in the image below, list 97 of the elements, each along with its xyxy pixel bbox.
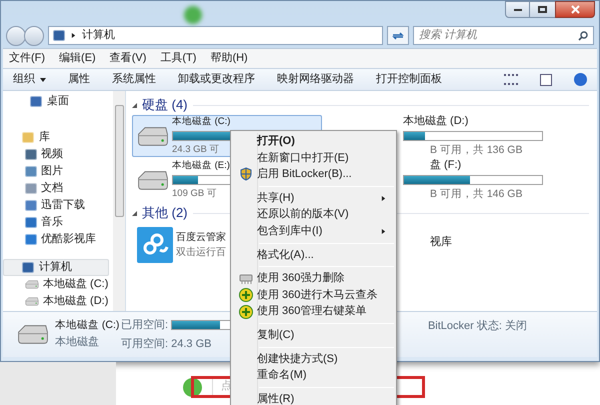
navigation-item[interactable]: 迅雷下载	[3, 197, 113, 214]
menu-item-label: 复制(C)	[257, 328, 296, 343]
toolbar-button[interactable]: 系统属性	[112, 71, 156, 88]
navigation-item[interactable]: 库	[3, 129, 109, 146]
menu-item-label: 创建快捷方式(S)	[257, 352, 339, 367]
toolbar-button[interactable]: 属性	[68, 71, 90, 88]
menu-item-label: 使用 360强力删除	[257, 271, 346, 286]
free-space-label: 可用空间: 24.3 GB	[121, 336, 212, 352]
drive-name: 本地磁盘 (E:)	[172, 158, 230, 173]
plus-circle-icon	[238, 304, 252, 319]
used-space-label: 已用空间:	[121, 318, 168, 333]
app-name: 视库	[429, 234, 452, 250]
menu-item-label: 启用 BitLocker(B)...	[257, 166, 353, 182]
hard-drive-icon	[137, 126, 169, 146]
address-path: 计算机	[82, 28, 115, 44]
navigation-item[interactable]: 优酷影视库	[3, 231, 113, 248]
collapse-triangle-icon	[132, 102, 137, 108]
details-type: 本地磁盘	[55, 335, 100, 350]
menu-item-label: 格式化(A)...	[257, 248, 315, 263]
hard-drive-icon	[17, 324, 49, 345]
toolbar-button[interactable]: 卸载或更改程序	[178, 71, 255, 88]
hard-drive-icon	[25, 297, 39, 306]
search-field[interactable]: 搜索 计算机	[413, 26, 594, 45]
close-icon	[570, 5, 580, 14]
address-field[interactable]: 计算机	[48, 26, 383, 45]
toolbar-button[interactable]: 打开控制面板	[376, 71, 442, 88]
scrollbar-thumb[interactable]	[114, 105, 124, 217]
view-options-icon	[504, 74, 518, 85]
submenu-arrow-icon	[381, 196, 386, 201]
blurred-page-icon	[184, 6, 202, 24]
caret-icon	[40, 76, 46, 82]
minimize-icon	[514, 8, 522, 10]
app-name: 百度云管家	[176, 230, 226, 245]
bitlocker-status: BitLocker 状态: 关闭	[428, 318, 527, 334]
context-menu-item[interactable]: 复制(C)	[231, 326, 394, 344]
app-description: 双击运行百	[176, 246, 226, 260]
menu-item-label: 还原以前的版本(V)	[257, 207, 350, 222]
close-button[interactable]	[555, 1, 595, 18]
context-menu-item[interactable]: 重命名(M)	[231, 367, 394, 384]
menu-item-label: 共享(H)	[257, 190, 296, 206]
drive-free-space: B 可用，共 136 GB	[429, 143, 522, 158]
menu-item-label: 包含到库中(I)	[257, 224, 324, 240]
context-menu-item[interactable]: 还原以前的版本(V)	[231, 206, 394, 223]
refresh-icon	[392, 30, 404, 40]
maximize-icon	[538, 6, 547, 13]
context-menu-item[interactable]: 创建快捷方式(S)	[231, 350, 394, 368]
menu-bar-item[interactable]: 工具(T)	[160, 50, 196, 67]
cloud-app-icon	[137, 227, 173, 263]
back-button[interactable]	[6, 26, 26, 46]
context-menu-item[interactable]: 格式化(A)...	[231, 246, 394, 264]
menu-bar-item[interactable]: 编辑(E)	[59, 50, 96, 67]
context-menu-item[interactable]: 属性(R)	[231, 390, 394, 405]
drive-free-space: 24.3 GB 可	[172, 143, 220, 157]
drive-name: 本地磁盘 (D:)	[403, 114, 468, 129]
hard-drive-icon	[137, 170, 169, 190]
search-placeholder: 搜索 计算机	[419, 28, 478, 44]
context-menu-item[interactable]: 包含到库中(I)	[231, 222, 394, 240]
shield-icon	[238, 167, 252, 182]
navigation-item[interactable]: 图片	[3, 163, 113, 180]
drive-free-space: B 可用，共 146 GB	[429, 187, 522, 202]
toolbar-button[interactable]: 组织	[13, 71, 46, 88]
maximize-button[interactable]	[530, 1, 555, 18]
context-menu-item[interactable]: 使用 360管理右键菜单	[231, 303, 394, 320]
navigation-item[interactable]: 文档	[3, 180, 113, 197]
menu-item-label: 使用 360进行木马云查杀	[257, 288, 378, 303]
group-heading[interactable]: 硬盘 (4)	[142, 95, 188, 115]
minimize-button[interactable]	[505, 1, 530, 18]
hard-drive-icon	[25, 280, 39, 289]
menu-bar-item[interactable]: 查看(V)	[110, 50, 146, 67]
group-heading[interactable]: 其他 (2)	[142, 203, 188, 223]
context-menu-item[interactable]: 使用 360强力删除	[231, 270, 394, 287]
menu-item-label: 属性(R)	[257, 392, 296, 405]
menu-item-label: 打开(O)	[257, 134, 296, 150]
breadcrumb-arrow-icon	[71, 33, 76, 38]
navigation-item[interactable]: 本地磁盘 (C:)	[3, 276, 113, 293]
menu-item-label: 重命名(M)	[257, 368, 308, 384]
menu-item-label: 使用 360管理右键菜单	[257, 304, 368, 320]
search-icon	[578, 30, 588, 40]
drive-name: 本地磁盘 (C:)	[172, 114, 230, 129]
navigation-item[interactable]: 桌面	[3, 93, 109, 110]
forward-button[interactable]	[24, 26, 44, 46]
toolbar-button[interactable]: 映射网络驱动器	[277, 71, 354, 88]
refresh-button[interactable]	[387, 26, 409, 45]
drive-free-space: 109 GB 可	[172, 187, 217, 201]
navigation-item[interactable]: 音乐	[3, 214, 113, 231]
navigation-item[interactable]: 计算机	[3, 259, 109, 276]
menu-bar-item[interactable]: 文件(F)	[9, 50, 46, 67]
context-menu-item[interactable]: 使用 360进行木马云查杀	[231, 286, 394, 304]
navigation-item[interactable]: 视频	[3, 146, 113, 163]
preview-pane-icon	[540, 74, 552, 86]
navigation-item[interactable]: 本地磁盘 (D:)	[3, 293, 113, 310]
plus-circle-icon	[238, 288, 252, 302]
drive-name: 盘 (F:)	[429, 158, 462, 173]
submenu-arrow-icon	[381, 228, 386, 234]
collapse-triangle-icon	[132, 210, 137, 216]
menu-bar-item[interactable]: 帮助(H)	[210, 50, 248, 67]
shredder-icon	[238, 272, 252, 284]
